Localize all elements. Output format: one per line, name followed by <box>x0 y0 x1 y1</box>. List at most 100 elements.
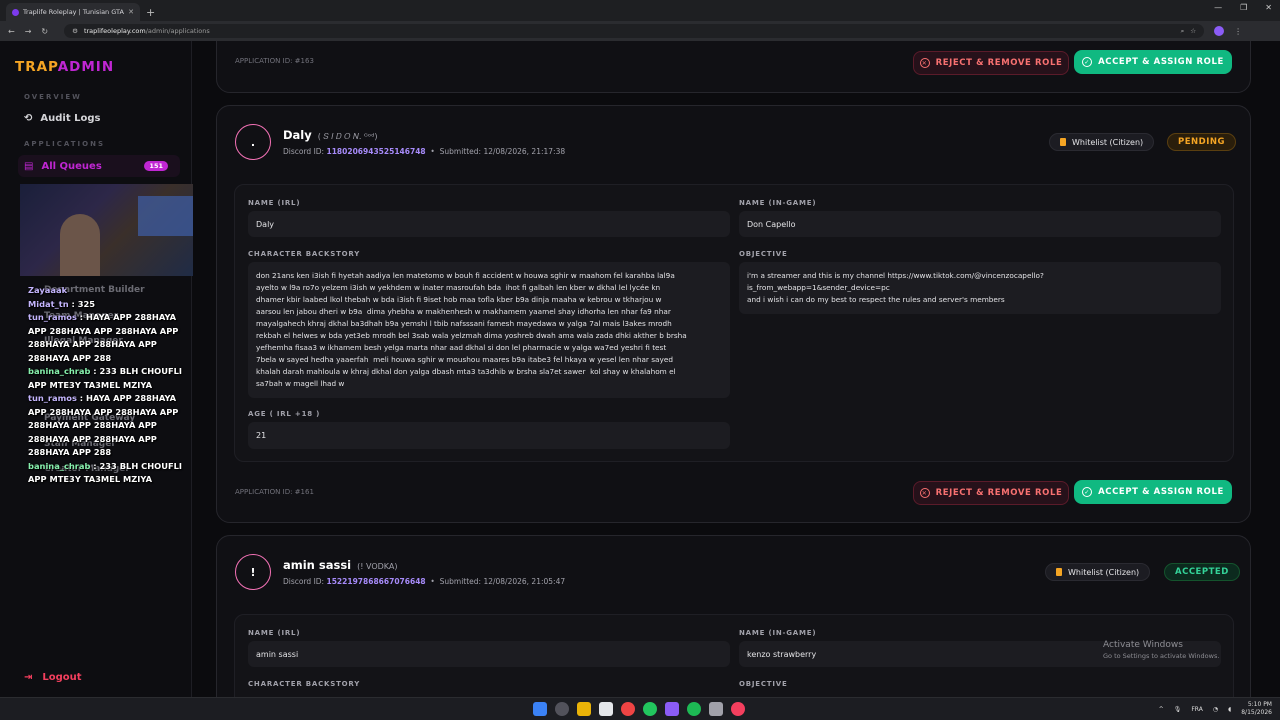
system-tray: ^ 🎙 FRA ◔ ◖ 5:10 PM 8/15/2026 <box>1159 701 1272 717</box>
edge-icon[interactable] <box>643 702 657 716</box>
objective-label: OBJECTIVE <box>739 680 788 688</box>
discord-icon[interactable] <box>665 702 679 716</box>
store-icon[interactable] <box>599 702 613 716</box>
obs-icon[interactable] <box>709 702 723 716</box>
menu-icon[interactable]: ⋮ <box>1234 27 1242 36</box>
clock[interactable]: 5:10 PM 8/15/2026 <box>1241 701 1272 717</box>
queue-count-badge: 151 <box>144 161 168 171</box>
application-id: APPLICATION ID: #161 <box>235 488 314 496</box>
activate-windows-watermark: Activate Windows Go to Settings to activ… <box>1103 640 1220 660</box>
overview-section-label: OVERVIEW <box>24 93 82 101</box>
name-irl-label: NAME (IRL) <box>248 199 301 207</box>
logout-button[interactable]: ⇥ Logout <box>24 672 82 683</box>
chat-message: Zayaaak <box>28 285 68 295</box>
backstory-value: don 21ans ken i3ish fi hyetah aadiya len… <box>248 262 730 398</box>
address-bar: ← → ↻ ⚙ traplifeoleplay.com/admin/applic… <box>0 21 1280 41</box>
chrome-icon[interactable] <box>621 702 635 716</box>
close-window-icon[interactable]: ✕ <box>1265 3 1272 12</box>
application-card: ! amin sassi (! VODKA) Discord ID: 152219… <box>216 535 1251 697</box>
file-explorer-icon[interactable] <box>577 702 591 716</box>
status-badge: ACCEPTED <box>1164 563 1240 581</box>
application-type-badge: Whitelist (Citizen) <box>1045 563 1151 581</box>
application-card: . Daly( 𝑆 𝐼 𝐷 𝑂 𝑁. ᴳᵒᵈ) Discord ID: 1180… <box>216 105 1251 523</box>
window-controls: — ❐ ✕ <box>1214 3 1272 12</box>
chevron-up-icon[interactable]: ^ <box>1159 706 1164 713</box>
zoom-icon[interactable]: ⌕ <box>1181 27 1185 36</box>
name-irl-value: Daly <box>248 211 730 237</box>
backstory-label: CHARACTER BACKSTORY <box>248 250 361 258</box>
wifi-icon[interactable]: ◔ <box>1213 706 1218 713</box>
applicant-avatar: . <box>235 124 271 160</box>
document-icon <box>1060 138 1066 146</box>
search-icon[interactable] <box>555 702 569 716</box>
chat-message: banina_chrab : 233 BLH CHOUFLI APP MTE3Y… <box>28 366 183 390</box>
accept-assign-role-button[interactable]: ✓ ACCEPT & ASSIGN ROLE <box>1074 50 1232 74</box>
back-icon[interactable]: ← <box>8 27 15 36</box>
document-icon <box>1056 568 1062 576</box>
main-content: APPLICATION ID: #163 ✕ REJECT & REMOVE RO… <box>193 41 1280 697</box>
close-tab-icon[interactable]: ✕ <box>128 8 134 16</box>
submitted-timestamp: Submitted: 12/08/2026, 21:17:38 <box>439 147 566 156</box>
browser-icon[interactable] <box>731 702 745 716</box>
discord-id[interactable]: 1522197868667076648 <box>326 577 425 586</box>
check-circle-icon: ✓ <box>1082 57 1093 67</box>
sidebar-item-all-queues[interactable]: ▤ All Queues 151 <box>18 155 180 177</box>
applicant-meta: Discord ID: 1522197868667076648 • Submit… <box>283 577 566 586</box>
webcam-overlay <box>20 184 208 276</box>
document-icon: ▤ <box>24 160 34 172</box>
site-info-icon[interactable]: ⚙ <box>72 27 78 35</box>
tab-title: Traplife Roleplay | Tunisian GTA <box>23 8 124 16</box>
minimize-icon[interactable]: — <box>1214 3 1222 12</box>
applications-section-label: APPLICATIONS <box>24 140 105 148</box>
name-ingame-label: NAME (IN-GAME) <box>739 199 817 207</box>
url-field[interactable]: ⚙ traplifeoleplay.com/admin/applications… <box>64 24 1205 38</box>
sidebar-item-audit-logs[interactable]: ⟲ Audit Logs <box>18 107 180 129</box>
profile-avatar[interactable] <box>1214 26 1225 36</box>
sidebar-item-label: All Queues <box>41 160 102 172</box>
name-ingame-value: Don Capello <box>739 211 1221 237</box>
maximize-icon[interactable]: ❐ <box>1240 3 1247 12</box>
bookmark-star-icon[interactable]: ☆ <box>1190 27 1196 35</box>
taskbar-apps <box>533 702 745 716</box>
chat-message: Midat_tn : 325 <box>28 298 96 309</box>
brand-logo[interactable]: TRAPADMIN <box>15 59 114 75</box>
logout-icon: ⇥ <box>24 672 33 683</box>
sidebar-item-label: Audit Logs <box>40 112 101 124</box>
submitted-timestamp: Submitted: 12/08/2026, 21:05:47 <box>439 577 566 586</box>
discord-id[interactable]: 1180206943525146748 <box>326 147 425 156</box>
accept-assign-role-button[interactable]: ✓ ACCEPT & ASSIGN ROLE <box>1074 480 1232 504</box>
name-irl-value: amin sassi <box>248 641 730 667</box>
x-circle-icon: ✕ <box>919 488 930 498</box>
application-fields: NAME (IRL) Daly NAME (IN-GAME) Don Capel… <box>234 184 1234 462</box>
browser-tab-strip: Traplife Roleplay | Tunisian GTA ✕ + — ❐… <box>0 0 1280 21</box>
url-host: traplifeoleplay.com <box>83 27 146 35</box>
x-circle-icon: ✕ <box>919 58 930 68</box>
browser-tab[interactable]: Traplife Roleplay | Tunisian GTA ✕ <box>6 3 140 21</box>
audit-log-icon: ⟲ <box>24 112 33 124</box>
applicant-avatar: ! <box>235 554 271 590</box>
language-indicator[interactable]: FRA <box>1191 706 1202 713</box>
objective-label: OBJECTIVE <box>739 250 788 258</box>
application-id: APPLICATION ID: #163 <box>235 57 314 65</box>
microphone-icon[interactable]: 🎙 <box>1174 706 1182 713</box>
applicant-name: Daly( 𝑆 𝐼 𝐷 𝑂 𝑁. ᴳᵒᵈ) <box>283 128 378 142</box>
new-tab-button[interactable]: + <box>146 6 155 21</box>
forward-icon[interactable]: → <box>25 27 32 36</box>
application-fields: NAME (IRL) amin sassi NAME (IN-GAME) ken… <box>234 614 1234 697</box>
chat-message: tun_ramos : HAYA APP 288HAYA APP 288HAYA… <box>28 312 179 363</box>
status-badge: PENDING <box>1167 133 1236 151</box>
age-value: 21 <box>248 422 730 449</box>
favicon-icon <box>12 8 19 16</box>
application-type-badge: Whitelist (Citizen) <box>1049 133 1155 151</box>
name-irl-label: NAME (IRL) <box>248 629 301 637</box>
reject-remove-role-button[interactable]: ✕ REJECT & REMOVE ROLE <box>913 481 1069 505</box>
chat-message: tun_ramos : HAYA APP 288HAYA APP 288HAYA… <box>28 393 179 457</box>
reload-icon[interactable]: ↻ <box>41 27 48 36</box>
age-label: AGE ( IRL +18 ) <box>248 410 321 418</box>
check-circle-icon: ✓ <box>1082 487 1093 497</box>
volume-icon[interactable]: ◖ <box>1228 706 1231 713</box>
reject-remove-role-button[interactable]: ✕ REJECT & REMOVE ROLE <box>913 51 1069 75</box>
spotify-icon[interactable] <box>687 702 701 716</box>
application-card: APPLICATION ID: #163 ✕ REJECT & REMOVE RO… <box>216 41 1251 93</box>
start-icon[interactable] <box>533 702 547 716</box>
